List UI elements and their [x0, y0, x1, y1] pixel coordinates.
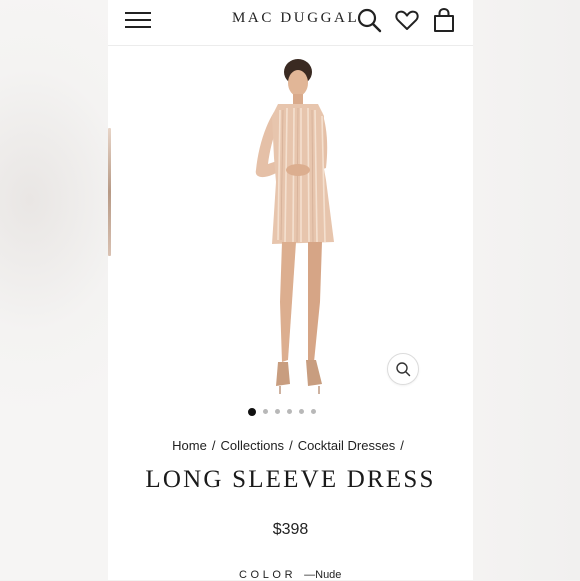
- gallery-dot-4[interactable]: [287, 409, 292, 414]
- gallery-dot-1[interactable]: [248, 407, 256, 416]
- zoom-search-icon: [396, 362, 411, 377]
- model-leg-left: [280, 242, 296, 362]
- background-right: [473, 0, 580, 580]
- site-header: MAC DUGGAL: [108, 0, 473, 44]
- breadcrumb-separator: /: [211, 438, 216, 453]
- gallery-dots: [248, 407, 316, 416]
- color-value: —Nude: [304, 569, 342, 581]
- zoom-button[interactable]: [387, 353, 419, 385]
- model-face: [288, 70, 308, 96]
- product-image[interactable]: [108, 50, 473, 395]
- breadcrumb-separator: /: [289, 438, 293, 453]
- adjacent-image-edge: [108, 128, 111, 256]
- background-left: [0, 0, 108, 580]
- product-price: $398: [272, 521, 309, 538]
- gallery-dot-5[interactable]: [299, 409, 304, 414]
- heart-icon[interactable]: [394, 7, 420, 33]
- breadcrumb-home[interactable]: Home: [172, 438, 207, 453]
- model-leg-right: [308, 242, 322, 362]
- breadcrumb-collections[interactable]: Collections: [220, 438, 284, 453]
- color-selector: COLOR —Nude: [239, 569, 341, 581]
- brand-logo[interactable]: MAC DUGGAL: [232, 10, 359, 27]
- breadcrumb-separator: /: [400, 438, 404, 453]
- breadcrumb: Home / Collections / Cocktail Dresses /: [108, 438, 473, 453]
- gallery-dot-3[interactable]: [275, 409, 280, 414]
- gallery-dot-2[interactable]: [263, 409, 268, 414]
- search-icon[interactable]: [356, 7, 382, 33]
- gallery-dot-6[interactable]: [311, 409, 316, 414]
- breadcrumb-cocktail-dresses[interactable]: Cocktail Dresses: [298, 438, 396, 453]
- product-title: LONG SLEEVE DRESS: [145, 466, 436, 493]
- menu-icon[interactable]: [125, 9, 151, 31]
- bag-icon[interactable]: [431, 7, 457, 33]
- color-label: COLOR: [239, 569, 297, 581]
- header-divider: [108, 45, 473, 46]
- phone-screen: MAC DUGGAL Home / Collections / Cocktail…: [108, 0, 473, 581]
